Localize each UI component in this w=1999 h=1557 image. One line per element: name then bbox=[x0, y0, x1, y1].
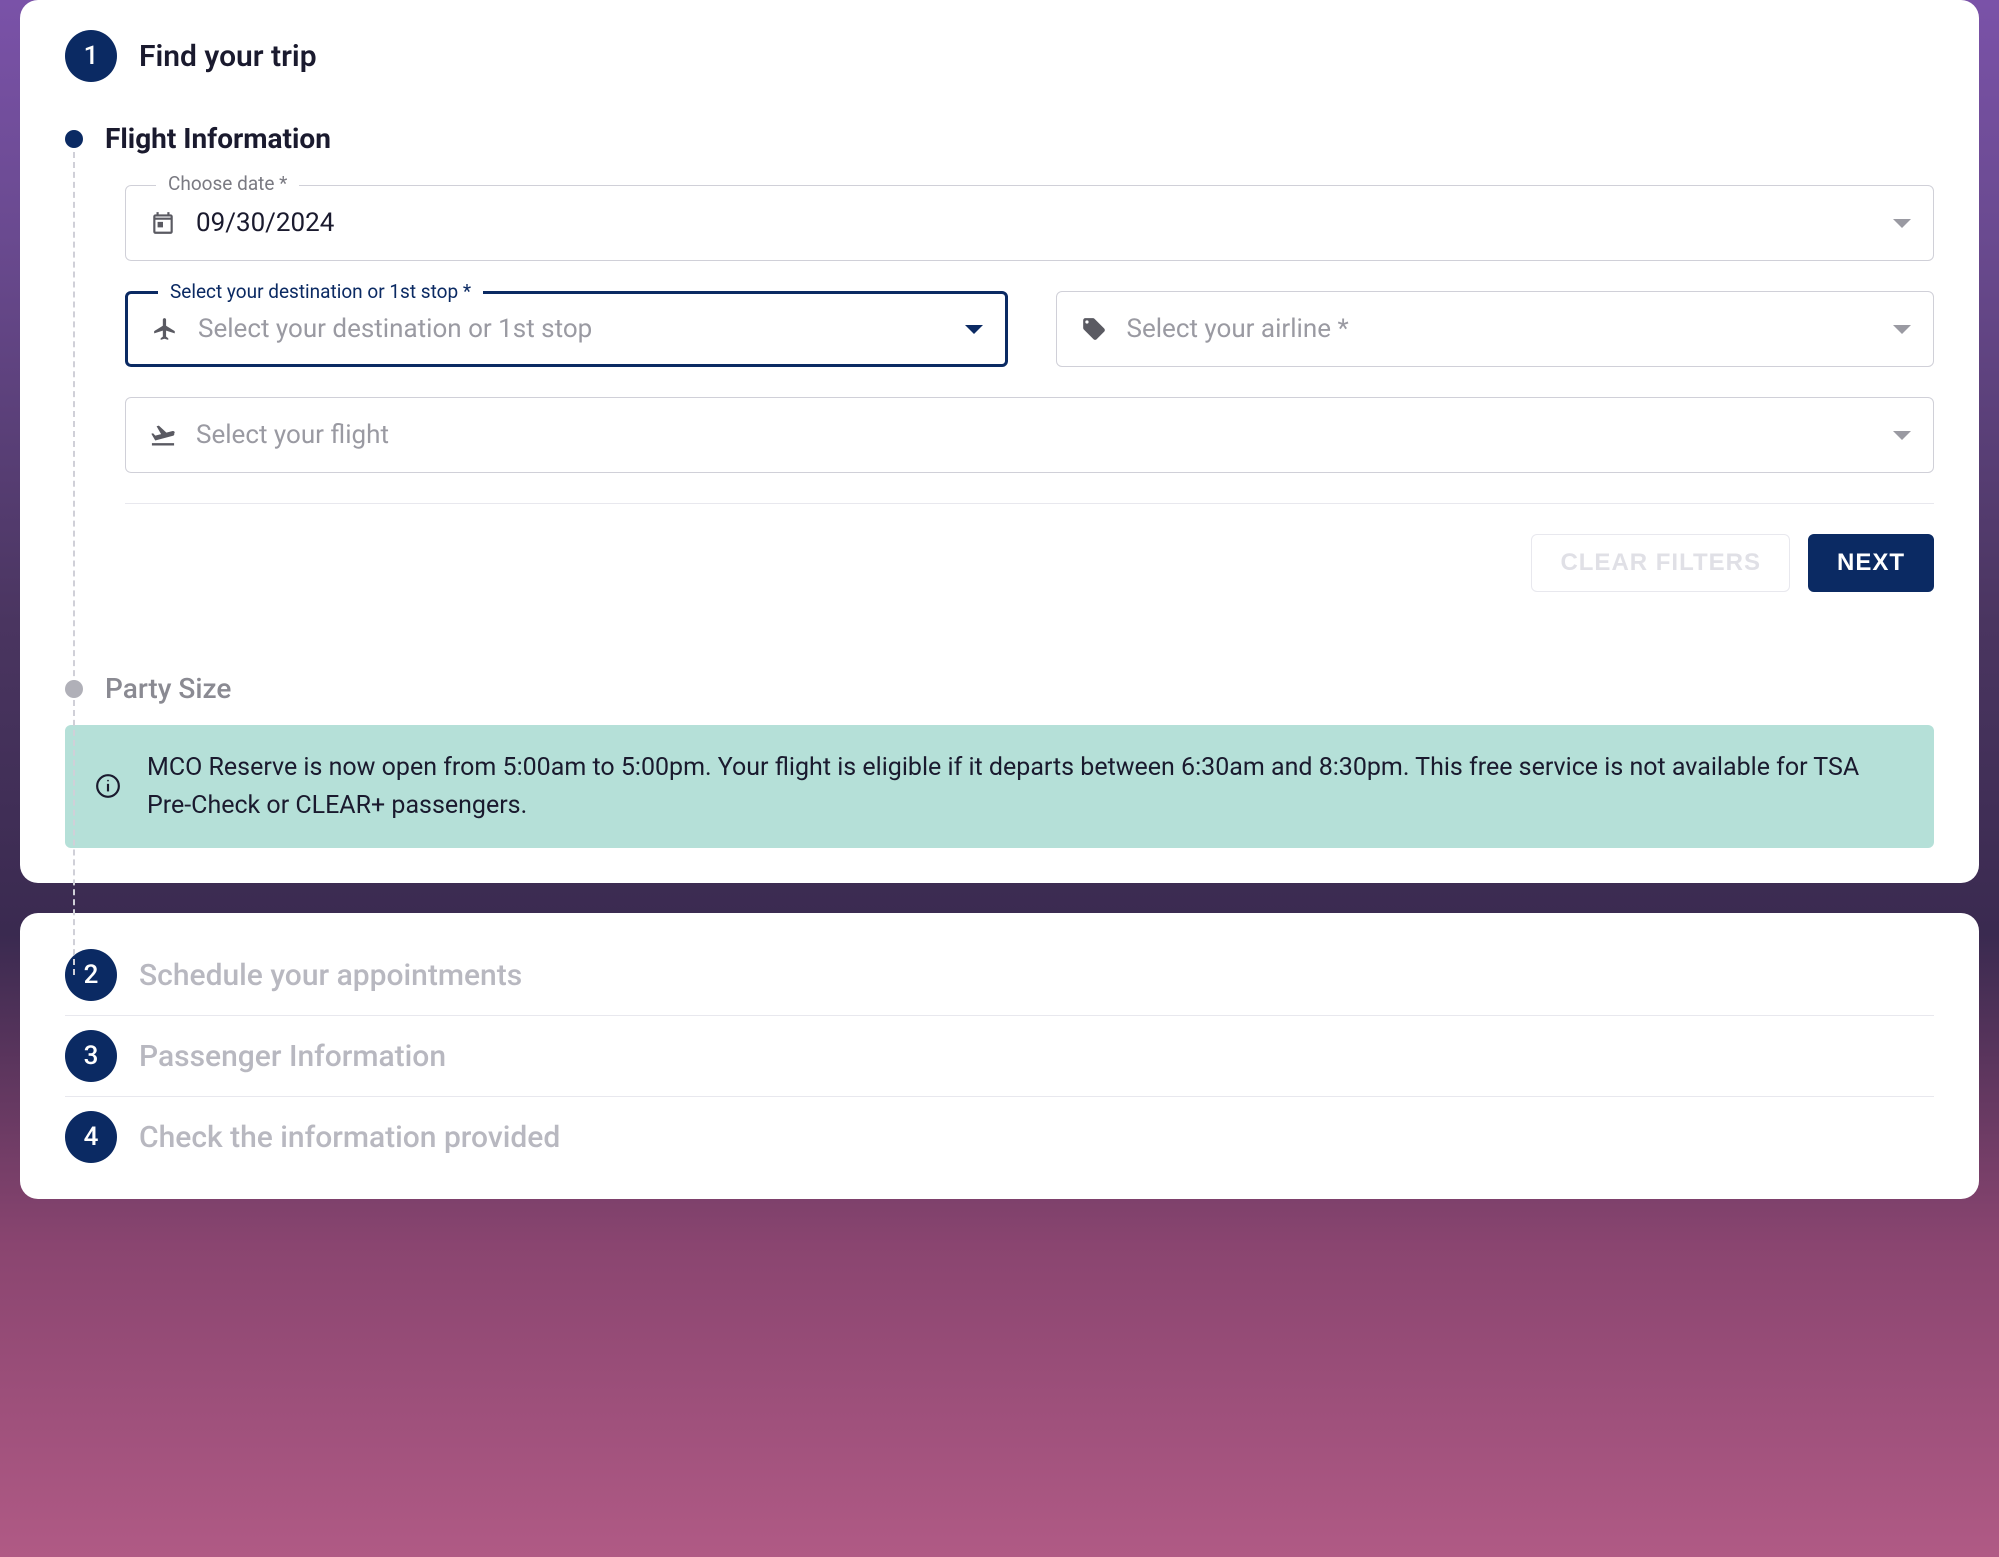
lower-steps-card: 2 Schedule your appointments 3 Passenger… bbox=[20, 913, 1979, 1199]
flight-field[interactable]: Select your flight bbox=[125, 397, 1934, 473]
chevron-down-icon bbox=[965, 325, 983, 334]
chevron-down-icon bbox=[1893, 325, 1911, 334]
choose-date-value: 09/30/2024 bbox=[196, 208, 1875, 238]
action-row: CLEAR FILTERS NEXT bbox=[125, 534, 1934, 592]
step-3-title: Passenger Information bbox=[139, 1039, 446, 1074]
divider bbox=[125, 503, 1934, 504]
flight-info-form: Choose date * 09/30/2024 Select your des… bbox=[125, 185, 1934, 592]
flight-info-section-header: Flight Information bbox=[65, 122, 1934, 155]
step-2-title: Schedule your appointments bbox=[139, 958, 522, 993]
tag-icon bbox=[1079, 314, 1109, 344]
step-3-badge: 3 bbox=[65, 1030, 117, 1082]
party-size-heading: Party Size bbox=[105, 672, 231, 705]
step-1-header: 1 Find your trip bbox=[65, 30, 1934, 82]
destination-field[interactable]: Select your destination or 1st stop * Se… bbox=[125, 291, 1008, 367]
info-icon bbox=[95, 773, 123, 801]
step-4-row[interactable]: 4 Check the information provided bbox=[65, 1097, 1934, 1177]
chevron-down-icon bbox=[1893, 431, 1911, 440]
flight-placeholder: Select your flight bbox=[196, 420, 1875, 450]
step-2-row[interactable]: 2 Schedule your appointments bbox=[65, 935, 1934, 1015]
next-button[interactable]: NEXT bbox=[1808, 534, 1934, 592]
info-banner: MCO Reserve is now open from 5:00am to 5… bbox=[65, 725, 1934, 848]
info-banner-text: MCO Reserve is now open from 5:00am to 5… bbox=[147, 749, 1904, 824]
step-4-badge: 4 bbox=[65, 1111, 117, 1163]
step-4-title: Check the information provided bbox=[139, 1120, 560, 1155]
chevron-down-icon bbox=[1893, 219, 1911, 228]
airline-field[interactable]: Select your airline * bbox=[1056, 291, 1935, 367]
destination-label: Select your destination or 1st stop * bbox=[158, 280, 483, 303]
choose-date-label: Choose date * bbox=[156, 172, 299, 195]
party-size-section-header: Party Size bbox=[65, 672, 1934, 705]
airline-placeholder: Select your airline * bbox=[1127, 314, 1876, 344]
party-size-dot bbox=[65, 680, 83, 698]
flight-info-dot bbox=[65, 130, 83, 148]
destination-placeholder: Select your destination or 1st stop bbox=[198, 314, 947, 344]
takeoff-icon bbox=[148, 420, 178, 450]
step-3-row[interactable]: 3 Passenger Information bbox=[65, 1016, 1934, 1096]
calendar-icon bbox=[148, 208, 178, 238]
flight-info-heading: Flight Information bbox=[105, 122, 331, 155]
step-1-title: Find your trip bbox=[139, 39, 317, 74]
step-1-badge: 1 bbox=[65, 30, 117, 82]
timeline-connector bbox=[73, 152, 75, 975]
step-1-card: 1 Find your trip Flight Information Choo… bbox=[20, 0, 1979, 883]
airplane-icon bbox=[150, 314, 180, 344]
choose-date-field[interactable]: Choose date * 09/30/2024 bbox=[125, 185, 1934, 261]
clear-filters-button[interactable]: CLEAR FILTERS bbox=[1531, 534, 1790, 592]
